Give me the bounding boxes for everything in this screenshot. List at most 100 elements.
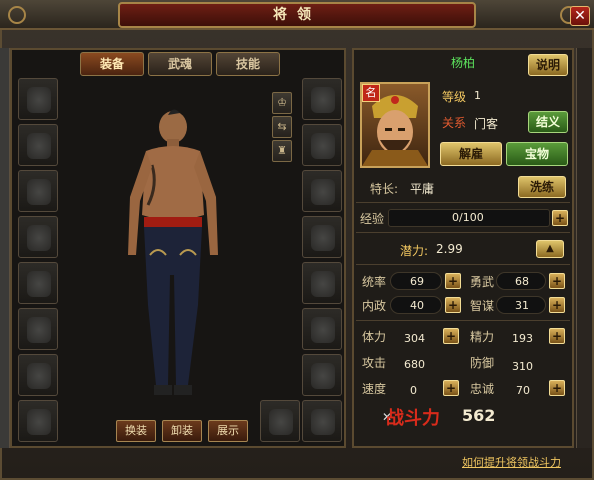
stat-label: 忠诚 [470,382,495,396]
armor-icon [27,179,51,205]
armor-toggle-button[interactable]: ♜ [272,140,292,162]
potential-value: 2.99 [436,242,463,256]
exp-plus-button[interactable]: + [552,210,568,226]
left-edge [0,48,10,448]
help-link[interactable]: 如何提升将领战斗力 [462,454,561,470]
book-icon [311,317,335,343]
explain-button[interactable]: 说明 [528,54,568,76]
stat-plus-button[interactable]: + [549,328,565,344]
stat-plus-button[interactable]: + [549,273,565,289]
exp-label: 经验 [360,212,385,226]
specialty-value: 平庸 [410,182,435,196]
token-icon [311,225,335,251]
combat-power-label: 战斗力 [386,408,440,429]
stat-plus-button[interactable]: + [445,297,461,313]
treasure-button[interactable]: 宝物 [506,142,568,166]
tab-soul[interactable]: 武魂 [148,52,212,76]
equip-slot-ring2[interactable] [302,124,342,166]
equip-slot-tiger-tally[interactable] [302,354,342,396]
stat-value: 69 [410,275,424,288]
seal-icon [311,271,335,297]
equip-slot-weapon[interactable] [260,400,300,442]
stat-label: 内政 [362,299,387,313]
stat-plus-button[interactable]: + [549,380,565,396]
mount-icon [27,409,51,435]
stat-label: 攻击 [362,356,387,370]
divider [356,264,570,265]
ring-icon [311,133,335,159]
equip-slot-seal[interactable] [302,262,342,304]
boots-icon [27,363,51,389]
stat-plus-button[interactable]: + [445,273,461,289]
stat-label: 勇武 [470,275,495,289]
ring-icon [311,87,335,113]
divider [356,320,570,321]
character-figure [128,109,218,395]
stat-plus-button[interactable]: + [443,380,459,396]
equip-slot-armor[interactable] [18,170,58,212]
potential-upgrade-icon[interactable]: ▲ [536,240,564,258]
show-button[interactable]: 展示 [208,420,248,442]
divider [356,202,570,203]
potential-label: 潜力: [400,244,429,258]
stat-plus-button[interactable]: + [549,297,565,313]
amulet-icon [311,179,335,205]
stat-value: 193 [512,332,533,345]
necklace-icon [27,133,51,159]
level-value: 1 [474,89,481,102]
stat-value: 304 [404,332,425,345]
stat-label: 防御 [470,356,495,370]
combat-power-value: 562 [462,406,496,425]
dismiss-button[interactable]: 解雇 [440,142,502,166]
retrain-button[interactable]: 洗练 [518,176,566,198]
title-bar: 将领 ✕ [0,0,594,30]
equip-slot-necklace[interactable] [18,124,58,166]
stat-value: 40 [410,299,424,312]
tab-equipment[interactable]: 装备 [80,52,144,76]
weapon-icon [269,409,293,435]
equip-slot-token[interactable] [302,216,342,258]
stat-plus-button[interactable]: + [443,328,459,344]
cloak-icon [27,271,51,297]
equip-slot-ring1[interactable] [302,78,342,120]
specialty-label: 特长: [370,182,399,196]
unequip-button[interactable]: 卸装 [162,420,202,442]
equip-slot-pants[interactable] [18,308,58,350]
chest-icon [27,225,51,251]
tally-icon [311,363,335,389]
level-label: 等级 [442,90,467,104]
tab-skills[interactable]: 技能 [216,52,280,76]
stat-label: 精力 [470,330,495,344]
swap-arrows-button[interactable]: ⇆ [272,116,292,138]
stat-value: 31 [515,299,529,312]
relation-label: 关系 [442,116,467,130]
stat-value: 68 [515,275,529,288]
stat-label: 智谋 [470,299,495,313]
swap-gear-button[interactable]: 换装 [116,420,156,442]
stat-label: 速度 [362,382,387,396]
helmet-icon [27,87,51,113]
equip-slot-chest[interactable] [18,216,58,258]
equip-slot-horse[interactable] [302,400,342,442]
exp-value: 0/100 [452,211,484,224]
equip-slot-helmet[interactable] [18,78,58,120]
equip-slot-boots[interactable] [18,354,58,396]
stat-label: 统率 [362,275,387,289]
close-button[interactable]: ✕ [570,6,590,26]
equip-slot-mount[interactable] [18,400,58,442]
stat-label: 体力 [362,330,387,344]
window-title: 将领 [118,2,476,28]
scrollbar[interactable] [576,48,592,448]
equip-slot-amulet[interactable] [302,170,342,212]
horse-icon [311,409,335,435]
stat-value: 680 [404,358,425,371]
stat-value: 70 [516,384,530,397]
stat-value: 310 [512,360,533,373]
ornament-icon [8,6,26,24]
famous-badge: 名 [362,84,380,102]
helmet-toggle-button[interactable]: ♔ [272,92,292,114]
equip-slot-book[interactable] [302,308,342,350]
sworn-button[interactable]: 结义 [528,111,568,133]
stat-value: 0 [410,384,417,397]
equip-slot-cloak[interactable] [18,262,58,304]
